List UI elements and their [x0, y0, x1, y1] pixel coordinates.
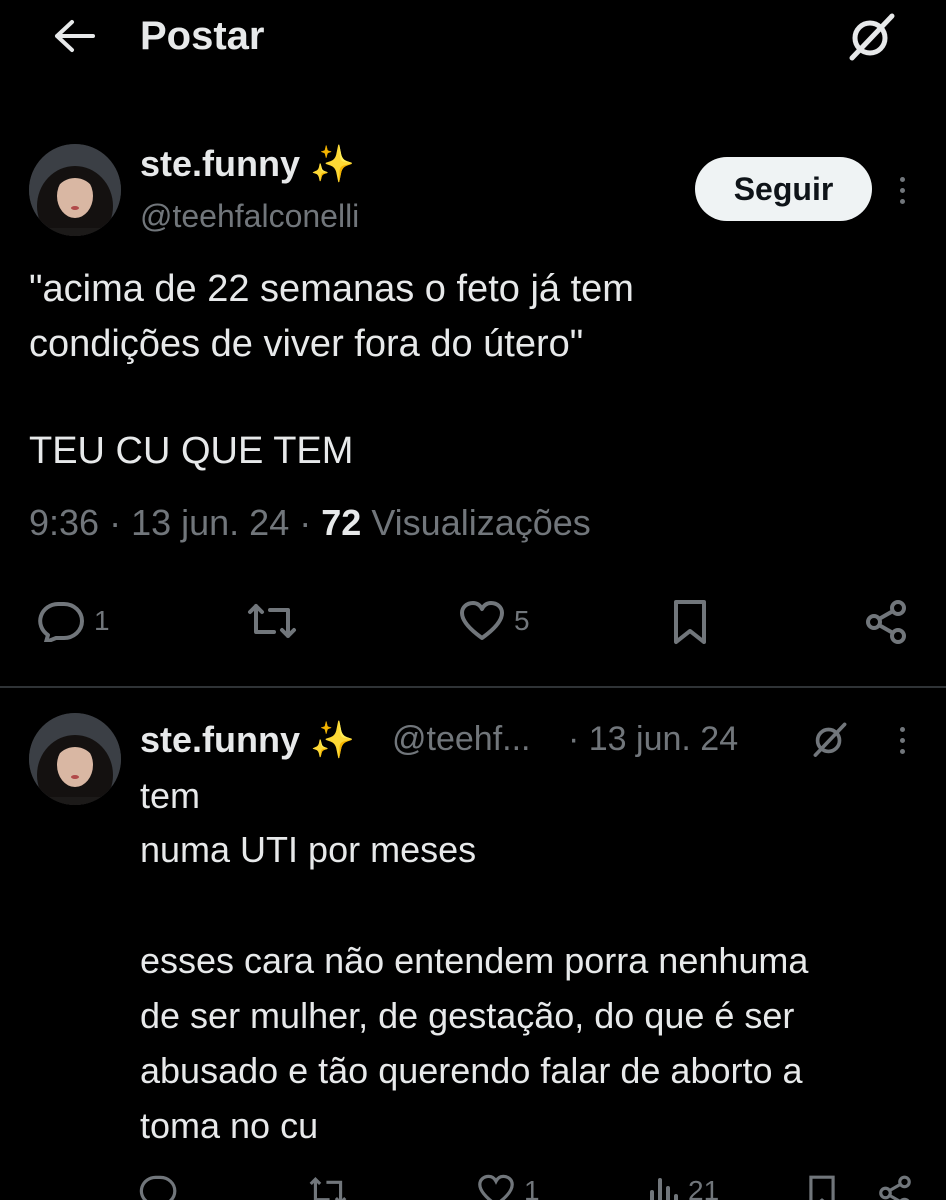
repost-icon — [306, 1174, 350, 1200]
sparkle-emoji: ✨ — [310, 143, 355, 184]
bookmark-button[interactable] — [670, 598, 710, 646]
reply-share-button[interactable] — [876, 1174, 914, 1200]
reply-like-button[interactable]: 1 — [476, 1174, 540, 1200]
reply-author-name[interactable]: ste.funny ✨ — [140, 719, 355, 761]
bookmark-icon — [806, 1174, 838, 1200]
display-name[interactable]: ste.funny — [140, 143, 300, 184]
divider — [0, 686, 946, 688]
page-title: Postar — [140, 14, 265, 58]
post-text-line: "acima de 22 semanas o feto já tem — [29, 268, 634, 310]
post-text-line: TEU CU QUE TEM — [29, 430, 354, 472]
grok-button[interactable] — [842, 10, 902, 66]
reply-repost-button[interactable] — [306, 1174, 350, 1200]
bar-chart-icon — [648, 1174, 680, 1200]
grok-icon — [811, 720, 849, 763]
post-meta: 9:36 · 13 jun. 24 · 72 Visualizações — [29, 502, 591, 543]
reply-date[interactable]: · 13 jun. 24 — [568, 720, 738, 759]
like-button[interactable]: 5 — [458, 600, 530, 642]
back-button[interactable] — [48, 16, 100, 60]
author-name[interactable]: ste.funny ✨ — [140, 143, 355, 185]
sparkle-emoji: ✨ — [310, 719, 355, 760]
post-time[interactable]: 9:36 — [29, 502, 99, 543]
arrow-left-icon — [52, 18, 96, 59]
reply-author-avatar[interactable] — [29, 713, 121, 805]
like-count: 5 — [514, 605, 530, 636]
top-bar: Postar — [0, 0, 946, 100]
post-date[interactable]: 13 jun. 24 — [131, 502, 289, 543]
reply-grok-button[interactable] — [804, 718, 856, 764]
repost-icon — [244, 600, 300, 642]
author-handle[interactable]: @teehfalconelli — [140, 198, 359, 235]
comment-icon — [36, 600, 86, 642]
heart-icon — [476, 1174, 516, 1200]
comment-icon — [138, 1174, 178, 1200]
repost-button[interactable] — [244, 600, 300, 642]
author-avatar[interactable] — [29, 144, 121, 236]
views-label: Visualizações — [371, 502, 591, 543]
follow-button[interactable]: Seguir — [695, 157, 872, 221]
reply-views-count: 21 — [688, 1175, 720, 1200]
share-icon — [876, 1174, 914, 1200]
views-count: 72 — [321, 502, 362, 543]
reply-display-name[interactable]: ste.funny — [140, 719, 300, 760]
heart-icon — [458, 600, 506, 642]
reply-like-count: 1 — [524, 1175, 540, 1200]
grok-icon — [846, 10, 898, 67]
reply-more-options-button[interactable] — [890, 720, 914, 760]
reply-bookmark-button[interactable] — [806, 1174, 838, 1200]
reply-button[interactable]: 1 — [36, 600, 110, 642]
reply-text-line: de ser mulher, de gestação, do que é ser — [140, 995, 795, 1036]
reply-text-line: abusado e tão querendo falar de aborto a — [140, 1050, 803, 1091]
more-vertical-icon — [899, 176, 905, 182]
reply-reply-button[interactable] — [138, 1174, 178, 1200]
reply-author-handle[interactable]: @teehf... — [392, 720, 530, 759]
more-options-button[interactable] — [890, 170, 914, 210]
share-button[interactable] — [862, 598, 910, 646]
share-icon — [862, 598, 910, 646]
more-vertical-icon — [899, 726, 905, 732]
bookmark-icon — [670, 598, 710, 646]
reply-text-line: tem — [140, 775, 201, 816]
reply-text-line: numa UTI por meses — [140, 829, 477, 870]
reply-text-line: esses cara não entendem porra nenhuma — [140, 940, 809, 981]
post-text-line: condições de viver fora do útero" — [29, 323, 584, 365]
reply-count: 1 — [94, 605, 110, 636]
reply-views-button[interactable]: 21 — [648, 1174, 719, 1200]
reply-text-line: toma no cu — [140, 1105, 319, 1146]
